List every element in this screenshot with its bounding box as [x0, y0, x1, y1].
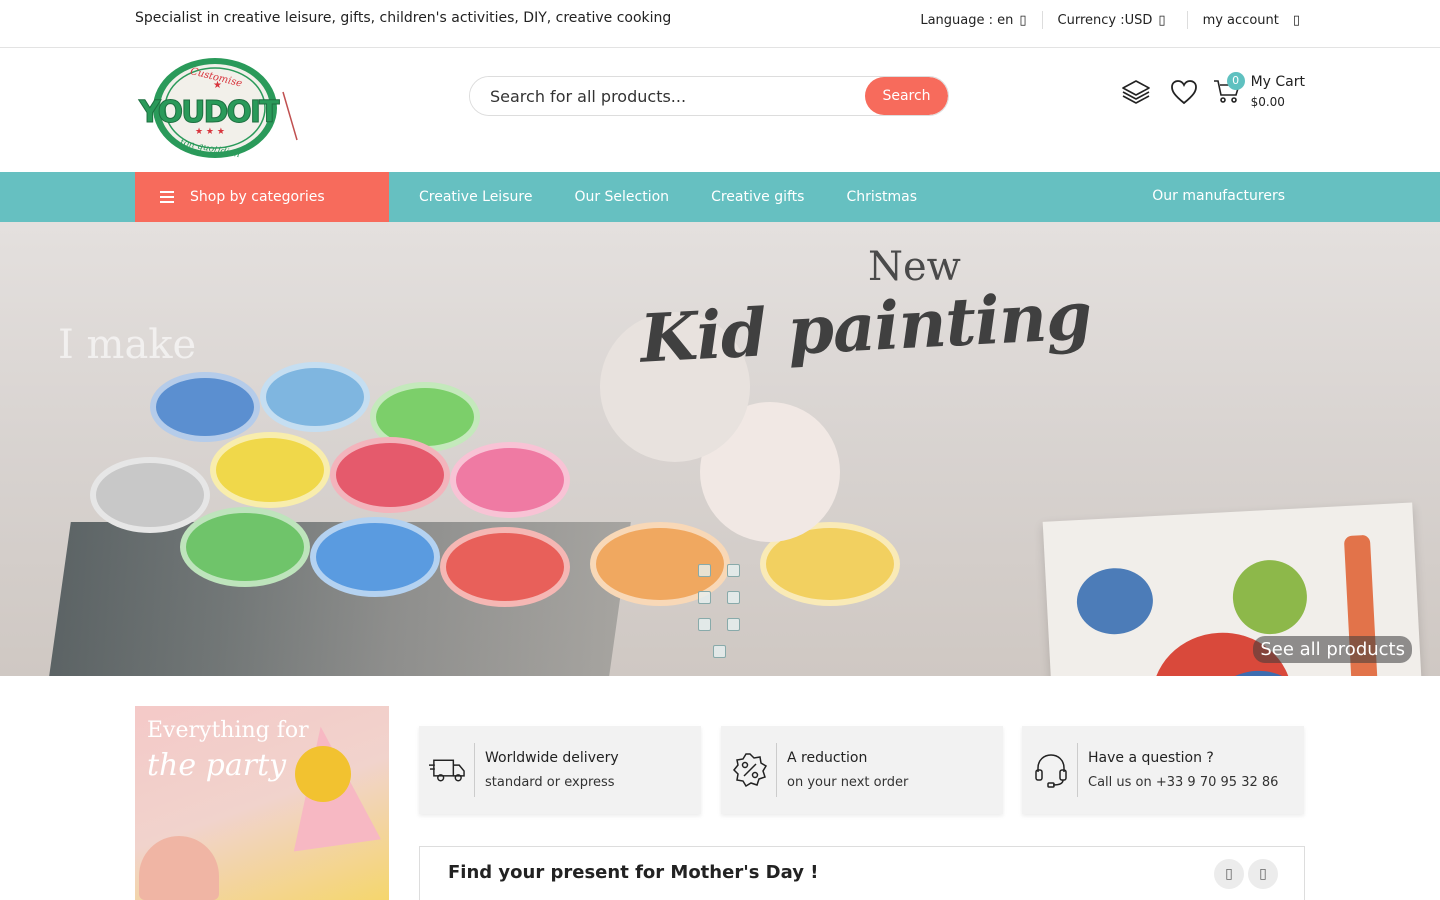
paint-pot: [310, 517, 440, 597]
hero-banner[interactable]: I make New Kid painting See all products: [0, 222, 1440, 676]
header-icons: 0 My Cart $0.00: [1105, 72, 1305, 109]
paint-pot: [180, 507, 310, 587]
currency-selector[interactable]: Currency :USD ▯: [1041, 11, 1181, 29]
feature-title: Worldwide delivery: [485, 750, 619, 766]
slider-dot[interactable]: [727, 564, 740, 577]
top-links: Language : en ▯ Currency :USD ▯ my accou…: [905, 11, 1315, 29]
nav-item-christmas[interactable]: Christmas: [846, 189, 917, 205]
feature-title: Have a question ?: [1088, 750, 1214, 766]
see-all-products-button[interactable]: See all products: [1253, 636, 1412, 663]
carousel-arrows: ▯ ▯: [1210, 859, 1278, 889]
svg-text:★ ★ ★: ★ ★ ★: [195, 127, 225, 137]
cart-title: My Cart: [1250, 74, 1305, 90]
discount-badge-icon: [731, 743, 777, 797]
paint-pot: [260, 362, 370, 432]
svg-text:★: ★: [213, 80, 222, 91]
currency-label: Currency :USD: [1057, 12, 1153, 28]
cupcake-image: [139, 836, 219, 900]
nav-item-creative-leisure[interactable]: Creative Leisure: [419, 189, 532, 205]
nav-items: Creative Leisure Our Selection Creative …: [398, 172, 938, 222]
hamburger-icon: [160, 188, 174, 206]
store-tagline: Specialist in creative leisure, gifts, c…: [135, 10, 672, 26]
sun-decoration: [295, 746, 351, 802]
cart-total: $0.00: [1250, 95, 1285, 109]
site-header: Customise ★ YOUDOIT ★ ★ ★ ton quotidien …: [0, 48, 1440, 172]
account-label: my account: [1202, 12, 1279, 28]
svg-text:YOUDOIT: YOUDOIT: [138, 95, 280, 130]
top-bar: Specialist in creative leisure, gifts, c…: [0, 0, 1440, 48]
search-input[interactable]: [470, 77, 865, 115]
cart-button[interactable]: 0 My Cart $0.00: [1213, 72, 1305, 109]
promo-line-1: Everything for: [147, 718, 309, 743]
slider-dot[interactable]: [698, 591, 711, 604]
compare-icon[interactable]: [1119, 75, 1153, 109]
next-arrow-icon[interactable]: ▯: [1248, 859, 1278, 889]
nav-item-creative-gifts[interactable]: Creative gifts: [711, 189, 804, 205]
language-label: Language : en: [920, 12, 1014, 28]
search-bar: Search: [469, 76, 949, 116]
feature-subtitle: standard or express: [485, 775, 615, 790]
section-title: Find your present for Mother's Day !: [448, 862, 819, 883]
mothers-day-section: Find your present for Mother's Day ! ▯ ▯: [419, 846, 1305, 900]
store-logo[interactable]: Customise ★ YOUDOIT ★ ★ ★ ton quotidien: [135, 54, 305, 166]
nav-item-our-selection[interactable]: Our Selection: [574, 189, 669, 205]
categories-label: Shop by categories: [190, 189, 325, 205]
nav-item-our-manufacturers[interactable]: Our manufacturers: [1152, 188, 1285, 204]
paint-pot: [90, 457, 210, 533]
feature-question: Have a question ? Call us on +33 9 70 95…: [1022, 726, 1304, 814]
hero-title-main: Kid painting: [638, 276, 1093, 378]
hero-faded-text: I make: [58, 322, 197, 368]
chevron-down-icon: ▯: [1158, 12, 1166, 28]
slider-dot[interactable]: [698, 618, 711, 631]
party-promo-banner[interactable]: Everything for the party: [135, 706, 389, 900]
feature-reduction: A reduction on your next order: [721, 726, 1003, 814]
heart-icon[interactable]: [1167, 75, 1201, 109]
search-button[interactable]: Search: [865, 77, 948, 115]
shop-by-categories-button[interactable]: Shop by categories: [135, 172, 389, 222]
main-nav: Shop by categories Creative Leisure Our …: [0, 172, 1440, 222]
delivery-truck-icon: [429, 743, 475, 797]
promo-line-2: the party: [147, 748, 287, 783]
chevron-down-icon: ▯: [1019, 12, 1027, 28]
slider-dot[interactable]: [698, 564, 711, 577]
cart-count-badge: 0: [1226, 72, 1245, 90]
headset-icon: [1032, 743, 1078, 797]
account-menu[interactable]: my account ▯: [1186, 11, 1315, 29]
feature-delivery: Worldwide delivery standard or express: [419, 726, 701, 814]
feature-subtitle: Call us on +33 9 70 95 32 86: [1088, 775, 1279, 790]
paint-pot: [150, 372, 260, 442]
paint-pot: [210, 432, 330, 508]
user-icon: ▯: [1292, 12, 1300, 28]
paint-pot: [330, 437, 450, 513]
slider-dot[interactable]: [727, 591, 740, 604]
language-selector[interactable]: Language : en ▯: [905, 11, 1041, 29]
slider-dot[interactable]: [727, 618, 740, 631]
paint-pot: [450, 442, 570, 518]
paint-pot: [440, 527, 570, 607]
slider-dot[interactable]: [713, 645, 726, 658]
feature-subtitle: on your next order: [787, 775, 909, 790]
feature-title: A reduction: [787, 750, 868, 766]
prev-arrow-icon[interactable]: ▯: [1214, 859, 1244, 889]
